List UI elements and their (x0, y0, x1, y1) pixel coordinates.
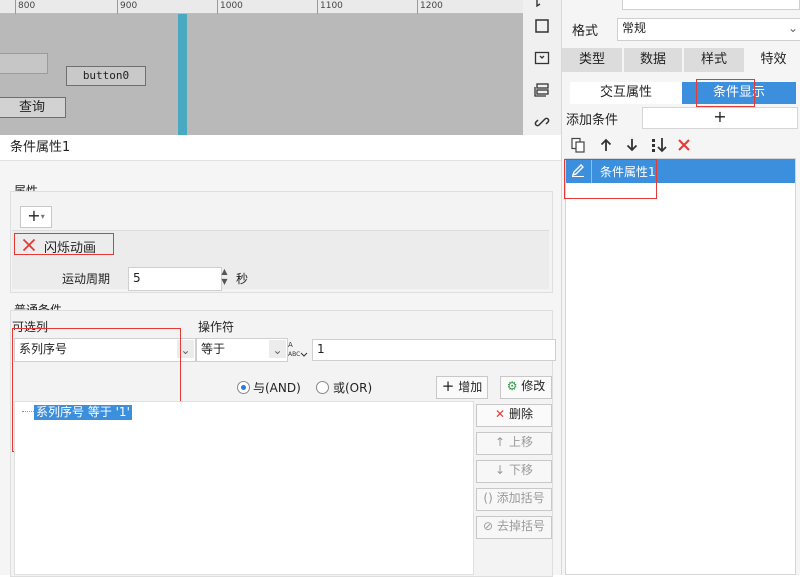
value-type-icon[interactable]: A ABC (287, 338, 309, 360)
period-input[interactable]: 5 (128, 267, 222, 291)
add-condition-row-button[interactable]: + 增加 (436, 376, 488, 399)
optional-column-select[interactable]: 系列序号 ⌄ (14, 338, 196, 362)
ruler-label: 1100 (320, 1, 343, 11)
format-value: 常规 (622, 21, 647, 35)
optional-column-value: 系列序号 (19, 342, 68, 356)
format-label: 格式 (572, 24, 599, 39)
chevron-down-icon: ⌄ (787, 21, 798, 35)
plus-icon: + (441, 377, 455, 395)
delete-icon[interactable] (676, 137, 694, 155)
tab-style[interactable]: 样式 (684, 48, 744, 72)
condition-list (565, 158, 796, 575)
and-label: 与(AND) (253, 381, 301, 395)
value-input[interactable]: 1 (312, 339, 556, 361)
layers-icon[interactable] (532, 82, 552, 102)
tab-effects[interactable]: 特效 (746, 48, 800, 72)
arrow-up-icon[interactable] (598, 137, 616, 155)
horizontal-ruler: 800 900 1000 1100 1200 (0, 0, 523, 14)
side-toolbar (523, 0, 561, 135)
format-select[interactable]: 常规 ⌄ (617, 18, 800, 41)
add-bracket-button[interactable]: () 添加括号 (476, 488, 552, 511)
plus-icon: + (713, 107, 727, 126)
modify-button[interactable]: ⚙ 修改 (500, 376, 552, 399)
tool-icon[interactable] (532, 0, 552, 14)
remove-bracket-label: 去掉括号 (496, 519, 545, 533)
ruler-label: 800 (18, 1, 36, 11)
remove-bracket-icon: ⊘ (483, 519, 494, 533)
add-condition-button[interactable]: + (642, 107, 798, 129)
ruler-label: 1200 (420, 1, 443, 11)
period-spinner[interactable]: ▲ ▼ (218, 267, 231, 289)
ruler-tick (117, 0, 118, 14)
canvas-query-button[interactable]: 查询 (0, 97, 66, 118)
column-guide (178, 14, 187, 135)
operator-value: 等于 (201, 342, 226, 356)
arrow-down-icon[interactable] (624, 137, 642, 155)
copy-icon[interactable] (570, 137, 588, 155)
canvas-text-widget[interactable] (0, 53, 48, 74)
tree-connector (22, 411, 34, 412)
square-icon[interactable] (532, 18, 552, 38)
chevron-down-icon: ⌄ (269, 340, 286, 358)
link-icon[interactable] (532, 114, 552, 134)
dialog-title: 条件属性1 (0, 135, 561, 161)
divider (591, 159, 592, 183)
delete-button[interactable]: ✕ 删除 (476, 404, 552, 427)
down-label: 下移 (508, 463, 533, 477)
condition-tree (14, 401, 474, 575)
chevron-down-icon: ⌄ (177, 340, 194, 358)
period-unit: 秒 (236, 272, 249, 286)
modify-label: 修改 (521, 379, 546, 393)
subtab-interaction[interactable]: 交互属性 (570, 82, 682, 104)
ruler-label: 900 (120, 1, 138, 11)
add-label: 增加 (458, 380, 483, 394)
remove-bracket-button[interactable]: ⊘ 去掉括号 (476, 516, 552, 539)
bracket-icon: () (483, 491, 493, 505)
canvas-button0-widget[interactable]: button0 (66, 66, 146, 86)
ruler-tick (217, 0, 218, 14)
svg-text:A: A (288, 341, 293, 349)
ruler-label: 1000 (220, 1, 243, 11)
add-property-button[interactable]: +▾ (20, 206, 52, 228)
operator-select[interactable]: 等于 ⌄ (196, 338, 288, 362)
subtab-conditional-display[interactable]: 条件显示 (682, 82, 796, 104)
insert-element-combo[interactable] (622, 0, 800, 10)
or-radio[interactable] (316, 381, 329, 394)
condition-list-item[interactable]: 条件属性1 (566, 159, 795, 183)
condition-properties-dialog: 条件属性1 属性 +▾ 闪烁动画 运动周期 5 ▲▼ 秒 普通条件 可选列 操作… (0, 135, 561, 577)
animation-label: 闪烁动画 (44, 241, 97, 256)
modify-icon: ⚙ (506, 379, 518, 393)
and-radio[interactable] (237, 381, 250, 394)
close-icon: ✕ (495, 407, 506, 421)
pencil-icon (570, 162, 588, 180)
remove-property-icon[interactable] (18, 235, 40, 255)
ruler-tick (317, 0, 318, 14)
tab-data[interactable]: 数据 (624, 48, 682, 72)
condition-item-label: 条件属性1 (600, 165, 656, 179)
svg-text:ABC: ABC (288, 351, 300, 358)
ruler-tick (15, 0, 16, 14)
condition-expression[interactable]: 系列序号 等于 '1' (34, 405, 132, 420)
operator-label: 操作符 (198, 320, 235, 334)
add-bracket-label: 添加括号 (496, 491, 545, 505)
arrow-down-icon: ↓ (495, 463, 506, 477)
tab-type[interactable]: 类型 (562, 48, 622, 72)
plus-dropdown-icon: +▾ (27, 206, 45, 225)
up-label: 上移 (508, 435, 533, 449)
design-canvas[interactable]: 800 900 1000 1100 1200 button0 查询 (0, 0, 523, 135)
dropdown-widget-icon[interactable] (532, 50, 552, 70)
arrow-up-icon: ↑ (495, 435, 506, 449)
move-down-button[interactable]: ↓ 下移 (476, 460, 552, 483)
period-label: 运动周期 (62, 272, 111, 286)
move-up-button[interactable]: ↑ 上移 (476, 432, 552, 455)
add-condition-label: 添加条件 (566, 113, 619, 128)
sort-icon[interactable] (651, 137, 669, 155)
optional-column-label: 可选列 (12, 320, 49, 334)
ruler-tick (417, 0, 418, 14)
or-label: 或(OR) (333, 381, 373, 395)
delete-label: 删除 (508, 407, 533, 421)
